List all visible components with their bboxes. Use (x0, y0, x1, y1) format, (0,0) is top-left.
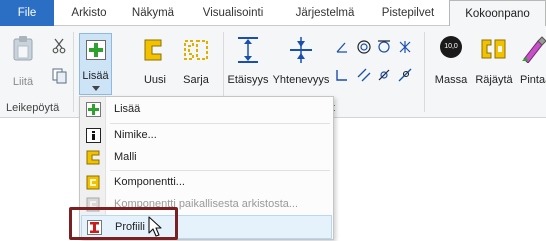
explode-button[interactable]: Räjäytä (474, 32, 514, 92)
explode-icon (481, 39, 506, 59)
distance-label: Etäisyys (227, 74, 269, 86)
series-icon (184, 40, 208, 60)
menu-item-title[interactable]: Nimike... (80, 125, 333, 147)
paste-label: Liitä (12, 76, 34, 88)
distance-icon (238, 37, 258, 63)
menu-item-model[interactable]: Malli (80, 147, 333, 169)
clipboard-group-label: Leikepöytä (6, 102, 60, 114)
tab-nakyma[interactable]: Näkymä (120, 0, 186, 26)
parallel-icon[interactable] (357, 68, 371, 82)
paste-button[interactable]: Liitä (6, 32, 40, 92)
tab-pistepilvet[interactable]: Pistepilvet (370, 0, 446, 26)
add-button[interactable]: Lisää (79, 33, 112, 95)
green-plus-icon (86, 102, 101, 117)
concentric-icon[interactable] (357, 40, 371, 54)
new-label: Uusi (143, 74, 166, 86)
coincident-label: Yhtenevyys (272, 74, 330, 86)
group-separator (73, 32, 74, 112)
add-label: Lisää (82, 70, 109, 82)
menu-item-label: Nimike... (114, 129, 157, 141)
menu-item-component[interactable]: Komponentti... (80, 172, 333, 194)
menu-separator (110, 123, 330, 124)
menu-item-label: Komponentti... (114, 176, 185, 188)
rotation-icon[interactable] (377, 68, 391, 82)
green-plus-icon (86, 40, 106, 60)
yellow-part-icon (144, 39, 162, 61)
mass-button[interactable]: 10,0 Massa (430, 32, 472, 92)
tab-visualisointi[interactable]: Visualisointi (188, 0, 278, 26)
gear-constraint-icon[interactable] (398, 68, 412, 82)
menu-item-label: Malli (114, 151, 137, 163)
series-label: Sarja (183, 74, 209, 86)
paint-brush-icon (522, 36, 546, 63)
info-icon (86, 128, 101, 143)
mass-icon: 10,0 (440, 36, 462, 58)
mass-label: Massa (434, 74, 468, 86)
tab-kokoonpano[interactable]: Kokoonpano (449, 0, 546, 27)
coincident-button[interactable]: Yhtenevyys (272, 32, 330, 92)
yellow-component-icon (86, 175, 100, 190)
group-separator (424, 32, 425, 112)
tab-arkisto[interactable]: Arkisto (60, 0, 118, 26)
explode-label: Räjäytä (475, 74, 513, 86)
chevron-down-icon (92, 86, 100, 91)
menu-item-add[interactable]: Lisää (80, 99, 333, 121)
menu-separator (110, 170, 330, 171)
series-button[interactable]: Sarja (176, 32, 216, 92)
tangent-icon[interactable] (377, 40, 391, 54)
symmetric-icon[interactable] (398, 40, 412, 54)
paint-label: Pintaa (520, 74, 546, 86)
mouse-cursor-icon (148, 216, 162, 237)
paint-button[interactable]: Pintaa (516, 32, 546, 92)
distance-button[interactable]: Etäisyys (226, 32, 270, 92)
angle-icon[interactable] (336, 41, 348, 53)
clipboard-icon (13, 36, 33, 61)
copy-icon[interactable] (52, 68, 68, 84)
new-button[interactable]: Uusi (138, 32, 172, 92)
tab-file[interactable]: File (0, 0, 54, 26)
yellow-part-icon (86, 150, 100, 165)
ribbon-tab-bar: File Arkisto Näkymä Visualisointi Järjes… (0, 0, 546, 27)
menu-item-label: Lisää (114, 103, 141, 115)
tab-jarjestelma[interactable]: Järjestelmä (282, 0, 368, 26)
perpendicular-icon[interactable] (336, 69, 348, 81)
cut-icon[interactable] (52, 38, 66, 54)
coincident-icon (290, 37, 312, 63)
